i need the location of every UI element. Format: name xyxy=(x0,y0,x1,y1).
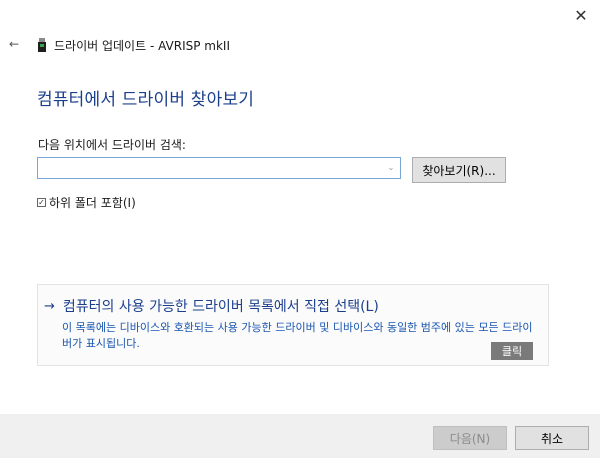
browse-button[interactable]: 찾아보기(R)... xyxy=(412,157,506,183)
driver-path-combobox[interactable]: ⌄ xyxy=(37,157,401,179)
include-subfolders-label: 하위 폴더 포함(I) xyxy=(49,196,136,210)
search-location-label: 다음 위치에서 드라이버 검색: xyxy=(38,138,186,152)
page-title: 컴퓨터에서 드라이버 찾아보기 xyxy=(37,90,255,110)
next-button[interactable]: 다음(N) xyxy=(433,426,507,450)
close-button[interactable]: ✕ xyxy=(566,2,596,28)
driver-path-input[interactable] xyxy=(38,158,386,178)
include-subfolders-checkbox[interactable]: ✓ xyxy=(37,198,46,207)
back-button[interactable]: ← xyxy=(6,36,22,52)
back-arrow-icon: ← xyxy=(8,37,20,51)
usb-device-icon xyxy=(38,38,46,52)
checkmark-icon: ✓ xyxy=(38,197,45,207)
include-subfolders-option[interactable]: ✓ 하위 폴더 포함(I) xyxy=(37,194,136,211)
pick-from-list-title: 컴퓨터의 사용 가능한 드라이버 목록에서 직접 선택(L) xyxy=(62,299,379,315)
pick-from-list-link[interactable]: → 컴퓨터의 사용 가능한 드라이버 목록에서 직접 선택(L) xyxy=(44,296,379,316)
cancel-button[interactable]: 취소 xyxy=(515,426,589,450)
chevron-down-icon[interactable]: ⌄ xyxy=(384,160,398,176)
arrow-right-icon: → xyxy=(44,298,55,314)
pick-from-list-description: 이 목록에는 디바이스와 호환되는 사용 가능한 드라이버 및 디바이스와 동일… xyxy=(62,321,533,350)
close-icon: ✕ xyxy=(574,5,588,25)
dialog-footer xyxy=(0,414,600,458)
click-annotation-badge: 클릭 xyxy=(491,342,533,360)
window-title: 드라이버 업데이트 - AVRISP mkII xyxy=(54,39,231,53)
